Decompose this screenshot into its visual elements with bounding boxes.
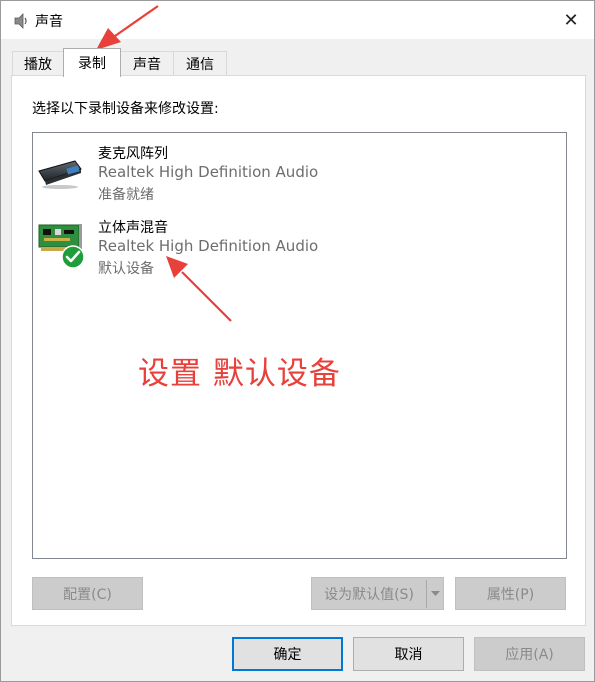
arrow-to-default-device-icon	[166, 256, 232, 322]
tab-recording[interactable]: 录制	[63, 48, 121, 77]
annotation-overlay	[96, 5, 232, 322]
arrow-to-recording-tab-icon	[96, 5, 159, 50]
annotation-text: 设置 默认设备	[138, 356, 341, 392]
